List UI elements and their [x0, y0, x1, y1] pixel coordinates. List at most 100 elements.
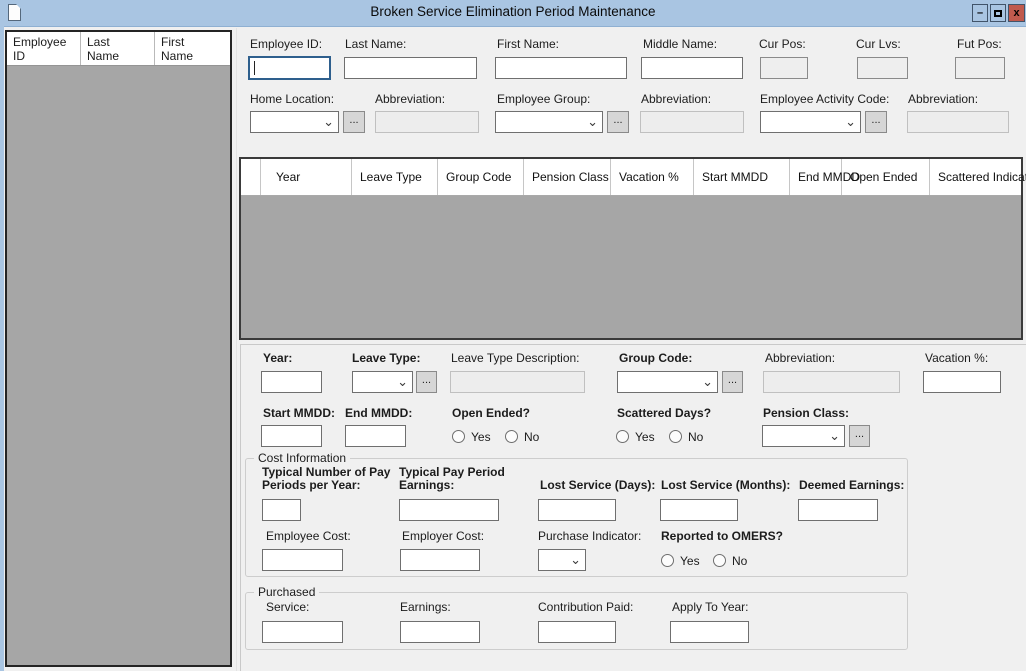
group-code-select[interactable]: ⌄: [617, 371, 718, 393]
column-header-start-mmdd: Start MMDD: [694, 159, 790, 195]
employee-activity-code-select[interactable]: ⌄: [760, 111, 861, 133]
window-left-edge: [0, 26, 4, 671]
chevron-down-icon: ⌄: [570, 551, 581, 569]
column-header-employee-id: Employee ID: [7, 32, 81, 65]
first-name-input[interactable]: [495, 57, 627, 79]
employer-cost-label: Employer Cost:: [402, 529, 484, 543]
purchase-indicator-select[interactable]: ⌄: [538, 549, 586, 571]
start-mmdd-input[interactable]: [261, 425, 322, 447]
home-location-abbr-label: Abbreviation:: [375, 92, 445, 106]
chevron-down-icon: ⌄: [702, 373, 713, 391]
minimize-button[interactable]: –: [972, 4, 988, 22]
home-location-lookup-button[interactable]: ...: [343, 111, 365, 133]
typical-pay-period-earnings-input[interactable]: [399, 499, 499, 521]
fut-pos-input: [955, 57, 1005, 79]
contribution-paid-input[interactable]: [538, 621, 616, 643]
group-code-lookup-button[interactable]: ...: [722, 371, 743, 393]
chevron-down-icon: ⌄: [845, 113, 856, 131]
start-mmdd-label: Start MMDD:: [263, 406, 335, 420]
lost-service-months-input[interactable]: [660, 499, 738, 521]
leave-type-lookup-button[interactable]: ...: [416, 371, 437, 393]
employee-activity-abbr-label: Abbreviation:: [908, 92, 978, 106]
pension-class-select[interactable]: ⌄: [762, 425, 845, 447]
minimize-icon: –: [977, 7, 983, 19]
year-label: Year:: [263, 351, 292, 365]
text-caret: [254, 61, 255, 75]
maximize-button[interactable]: [990, 4, 1006, 22]
employee-group-lookup-button[interactable]: ...: [607, 111, 629, 133]
chevron-down-icon: ⌄: [397, 373, 408, 391]
year-input[interactable]: [261, 371, 322, 393]
window-title: Broken Service Elimination Period Mainte…: [0, 4, 1026, 19]
leave-periods-grid: Year Leave Type Group Code Pension Class…: [239, 157, 1023, 340]
cur-lvs-input: [857, 57, 908, 79]
lost-service-days-label: Lost Service (Days):: [540, 478, 655, 492]
open-ended-no-radio[interactable]: [505, 430, 518, 443]
employee-id-label: Employee ID:: [250, 37, 322, 51]
column-header-year: Year: [261, 159, 352, 195]
home-location-abbr-input: [375, 111, 479, 133]
lost-service-months-label: Lost Service (Months):: [661, 478, 790, 492]
group-code-abbr-label: Abbreviation:: [765, 351, 835, 365]
vacation-pct-input[interactable]: [923, 371, 1001, 393]
fut-pos-label: Fut Pos:: [957, 37, 1002, 51]
column-header-first-name: First Name: [155, 32, 230, 65]
employee-group-select[interactable]: ⌄: [495, 111, 603, 133]
leave-type-description-label: Leave Type Description:: [451, 351, 580, 365]
apply-to-year-input[interactable]: [670, 621, 749, 643]
employee-activity-code-label: Employee Activity Code:: [760, 92, 889, 106]
employee-cost-input[interactable]: [262, 549, 343, 571]
end-mmdd-label: End MMDD:: [345, 406, 412, 420]
lost-service-days-input[interactable]: [538, 499, 616, 521]
home-location-select[interactable]: ⌄: [250, 111, 339, 133]
purchased-service-input[interactable]: [262, 621, 343, 643]
last-name-input[interactable]: [344, 57, 477, 79]
deemed-earnings-input[interactable]: [798, 499, 878, 521]
scattered-days-no-radio[interactable]: [669, 430, 682, 443]
group-code-abbr-input: [763, 371, 900, 393]
leave-type-select[interactable]: ⌄: [352, 371, 413, 393]
purchased-legend: Purchased: [254, 585, 319, 599]
column-header-selector: [241, 159, 261, 195]
detail-panel-border-left: [240, 344, 241, 671]
column-header-open-ended: Open Ended: [842, 159, 930, 195]
employee-list-body[interactable]: [7, 66, 230, 666]
reported-to-omers-label: Reported to OMERS?: [661, 529, 783, 543]
last-name-label: Last Name:: [345, 37, 406, 51]
apply-to-year-label: Apply To Year:: [672, 600, 749, 614]
titlebar[interactable]: Broken Service Elimination Period Mainte…: [0, 0, 1026, 27]
middle-name-input[interactable]: [641, 57, 743, 79]
reported-to-omers-no-label: No: [732, 554, 747, 568]
employee-group-abbr-label: Abbreviation:: [641, 92, 711, 106]
scattered-days-yes-label: Yes: [635, 430, 655, 444]
employee-cost-label: Employee Cost:: [266, 529, 351, 543]
purchased-earnings-input[interactable]: [400, 621, 480, 643]
scattered-days-yes-radio[interactable]: [616, 430, 629, 443]
open-ended-yes-radio[interactable]: [452, 430, 465, 443]
middle-name-label: Middle Name:: [643, 37, 717, 51]
chevron-down-icon: ⌄: [587, 113, 598, 131]
employee-group-label: Employee Group:: [497, 92, 590, 106]
purchase-indicator-label: Purchase Indicator:: [538, 529, 641, 543]
close-button[interactable]: x: [1008, 4, 1025, 22]
employer-cost-input[interactable]: [400, 549, 480, 571]
deemed-earnings-label: Deemed Earnings:: [799, 478, 904, 492]
open-ended-label: Open Ended?: [452, 406, 530, 420]
grid-header: Year Leave Type Group Code Pension Class…: [241, 159, 1021, 196]
employee-list: Employee ID Last Name First Name: [5, 30, 232, 667]
scattered-days-no-label: No: [688, 430, 703, 444]
vacation-pct-label: Vacation %:: [925, 351, 988, 365]
window-controls: – x: [972, 4, 1025, 22]
typical-pay-periods-input[interactable]: [262, 499, 301, 521]
chevron-down-icon: ⌄: [323, 113, 334, 131]
end-mmdd-input[interactable]: [345, 425, 406, 447]
grid-body[interactable]: [241, 196, 1021, 339]
reported-to-omers-no-radio[interactable]: [713, 554, 726, 567]
employee-activity-code-lookup-button[interactable]: ...: [865, 111, 887, 133]
maximize-icon: [994, 10, 1002, 17]
reported-to-omers-yes-radio[interactable]: [661, 554, 674, 567]
employee-group-abbr-input: [640, 111, 744, 133]
column-header-pension-class: Pension Class: [524, 159, 611, 195]
employee-id-input[interactable]: [248, 56, 331, 80]
pension-class-lookup-button[interactable]: ...: [849, 425, 870, 447]
